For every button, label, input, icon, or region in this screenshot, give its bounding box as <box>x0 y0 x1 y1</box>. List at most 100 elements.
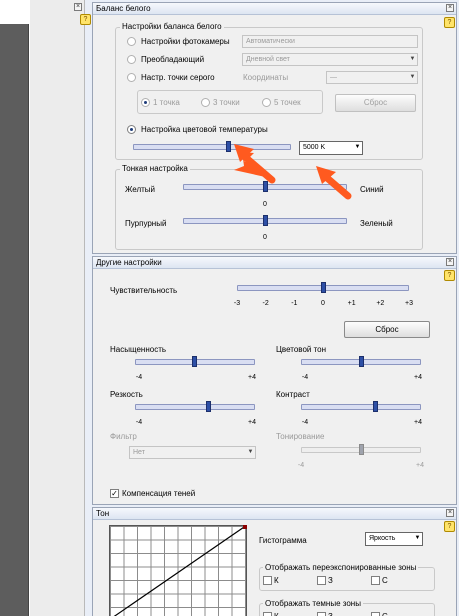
side-panel <box>30 0 85 616</box>
histogram-select[interactable]: Яркость ▼ <box>365 532 423 546</box>
color-temp-radio[interactable] <box>127 125 136 134</box>
sensitivity-tick: +2 <box>376 300 385 307</box>
overexposed-group: Отображать переэкспонированные зоны К З … <box>259 563 435 591</box>
white-balance-panel: Баланс белого × ? Настройки баланса бело… <box>92 2 457 254</box>
close-icon[interactable]: × <box>446 4 454 12</box>
saturation-min: -4 <box>135 374 143 381</box>
points-group: 1 точка 3 точки 5 точек <box>137 90 323 114</box>
sensitivity-tick: +3 <box>405 300 413 307</box>
sharpness-slider[interactable] <box>135 404 255 410</box>
canvas-area <box>0 24 29 616</box>
shadow-comp-label: Компенсация теней <box>122 489 196 498</box>
dark-b-checkbox[interactable] <box>371 612 380 616</box>
sensitivity-tick: +1 <box>347 300 356 307</box>
chevron-down-icon: ▼ <box>247 449 254 455</box>
sharpness-slider-thumb[interactable] <box>206 401 211 412</box>
green-label: Зеленый <box>360 219 393 228</box>
panel-title: Другие настройки <box>93 257 456 269</box>
sharpness-label: Резкость <box>110 390 143 399</box>
contrast-min: -4 <box>301 419 309 426</box>
hue-max: +4 <box>414 374 422 381</box>
sensitivity-tick: -1 <box>291 300 298 307</box>
magenta-label: Пурпурный <box>125 219 167 228</box>
chevron-down-icon: ▼ <box>409 74 416 80</box>
predominant-select[interactable]: Дневной свет ▼ <box>242 53 418 66</box>
toning-min: -4 <box>297 462 305 469</box>
filter-select[interactable]: Нет ▼ <box>129 446 256 459</box>
dark-g-label: З <box>328 612 333 616</box>
shadow-comp-checkbox[interactable]: ✓ <box>110 489 119 498</box>
toning-slider-thumb[interactable] <box>359 444 364 455</box>
histogram-label: Гистограмма <box>259 536 307 545</box>
dark-b-label: С <box>382 612 388 616</box>
sharpness-min: -4 <box>135 419 143 426</box>
predominant-value: Дневной свет <box>246 56 290 63</box>
sensitivity-slider-thumb[interactable] <box>321 282 326 293</box>
saturation-slider-thumb[interactable] <box>192 356 197 367</box>
filter-label: Фильтр <box>110 432 137 441</box>
help-icon[interactable]: ? <box>444 521 455 532</box>
coordinates-label: Координаты <box>243 73 289 82</box>
contrast-label: Контраст <box>276 390 310 399</box>
gray-point-radio[interactable] <box>127 73 136 82</box>
blue-label: Синий <box>360 185 384 194</box>
yellow-label: Желтый <box>125 185 156 194</box>
help-icon[interactable]: ? <box>444 270 455 281</box>
sensitivity-tick: -2 <box>262 300 269 307</box>
chevron-down-icon: ▼ <box>409 56 416 62</box>
dark-zones-group: Отображать темные зоны К З С <box>259 599 435 616</box>
saturation-label: Насыщенность <box>110 345 167 354</box>
point-1-label: 1 точка <box>153 98 180 107</box>
sensitivity-tick: 0 <box>321 300 325 307</box>
point-3-label: 3 точки <box>213 98 240 107</box>
tone-curve-line <box>113 525 247 616</box>
chevron-down-icon: ▼ <box>414 535 421 541</box>
hue-slider-thumb[interactable] <box>359 356 364 367</box>
dark-r-checkbox[interactable] <box>263 612 272 616</box>
close-icon[interactable]: × <box>446 509 454 517</box>
point-5-radio[interactable] <box>262 98 271 107</box>
dark-g-checkbox[interactable] <box>317 612 326 616</box>
sensitivity-tick: -3 <box>233 300 241 307</box>
panel-title: Баланс белого <box>93 3 456 15</box>
overexposed-title: Отображать переэкспонированные зоны <box>263 563 419 572</box>
magenta-green-value: 0 <box>263 234 267 241</box>
sharpness-max: +4 <box>248 419 256 426</box>
panel-title: Тон <box>93 508 456 520</box>
reset-button[interactable]: Сброс <box>335 94 416 112</box>
overexposed-b-label: С <box>382 576 388 585</box>
group-title: Настройки баланса белого <box>120 22 224 31</box>
magenta-green-slider-thumb[interactable] <box>263 215 268 226</box>
coordinates-select[interactable]: — ▼ <box>326 71 418 84</box>
filter-value: Нет <box>133 449 145 456</box>
help-icon[interactable]: ? <box>444 17 455 28</box>
camera-settings-label: Настройки фотокамеры <box>141 37 230 46</box>
close-icon[interactable]: × <box>446 258 454 266</box>
other-settings-panel: Другие настройки × ? Чувствительность -3… <box>92 256 457 505</box>
contrast-slider-thumb[interactable] <box>373 401 378 412</box>
overexposed-r-checkbox[interactable] <box>263 576 272 585</box>
camera-settings-radio[interactable] <box>127 37 136 46</box>
camera-settings-field: Автоматически <box>242 35 418 48</box>
close-icon[interactable]: × <box>74 3 82 11</box>
point-5-label: 5 точек <box>274 98 301 107</box>
overexposed-g-label: З <box>328 576 333 585</box>
reset-button[interactable]: Сброс <box>344 321 430 338</box>
predominant-radio[interactable] <box>127 55 136 64</box>
help-icon[interactable]: ? <box>80 14 91 25</box>
contrast-slider[interactable] <box>301 404 421 410</box>
fine-tune-title: Тонкая настройка <box>120 164 190 173</box>
sensitivity-label: Чувствительность <box>110 286 178 295</box>
overexposed-g-checkbox[interactable] <box>317 576 326 585</box>
overexposed-b-checkbox[interactable] <box>371 576 380 585</box>
contrast-max: +4 <box>414 419 422 426</box>
histogram-value: Яркость <box>369 535 396 542</box>
overexposed-r-label: К <box>274 576 279 585</box>
dark-zones-title: Отображать темные зоны <box>263 599 363 608</box>
point-1-radio[interactable] <box>141 98 150 107</box>
point-3-radio[interactable] <box>201 98 210 107</box>
camera-settings-value: Автоматически <box>246 38 295 45</box>
dark-r-label: К <box>274 612 279 616</box>
gray-point-label: Настр. точки серого <box>141 73 215 82</box>
saturation-max: +4 <box>248 374 256 381</box>
